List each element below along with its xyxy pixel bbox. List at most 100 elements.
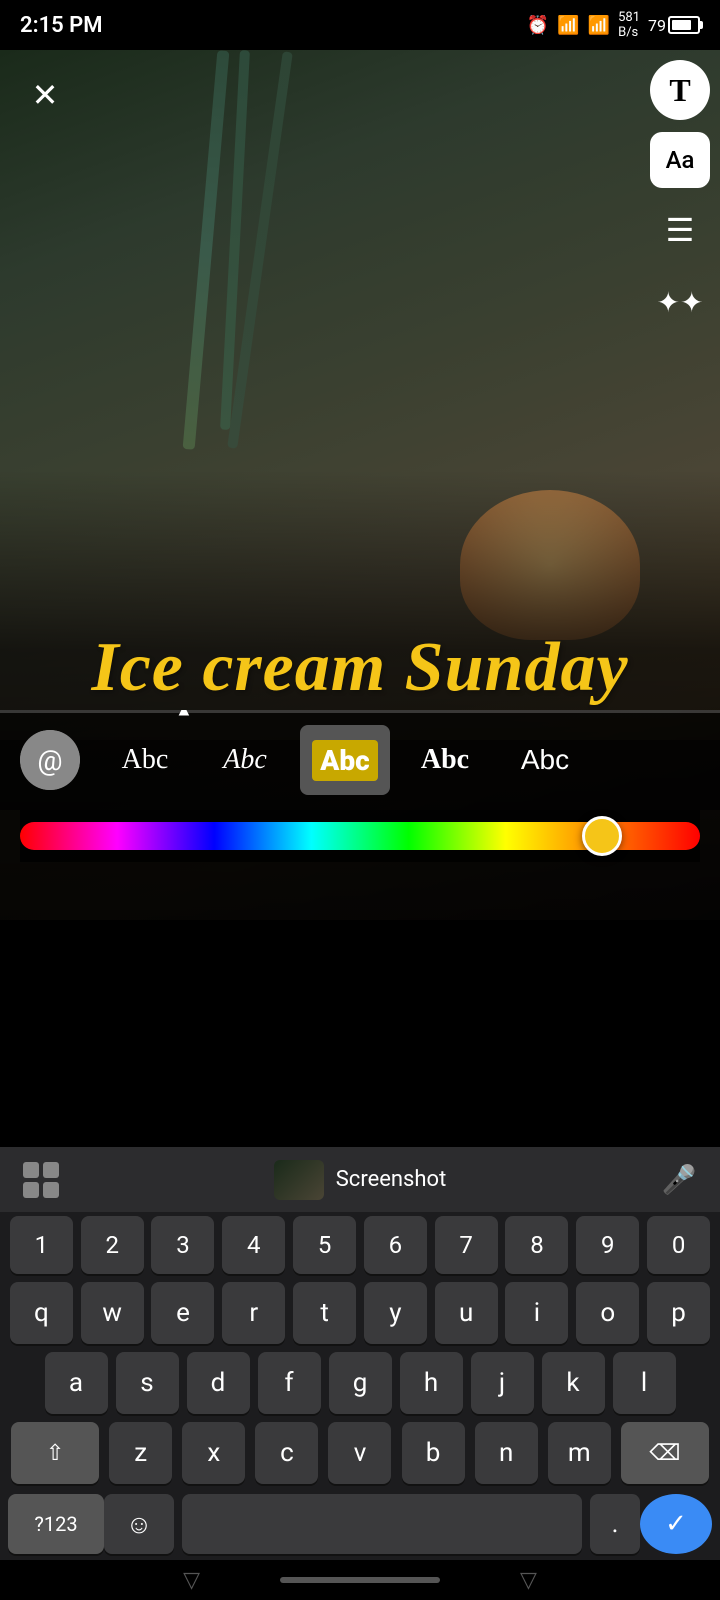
num123-label: ?123 [34,1512,77,1536]
backspace-key[interactable]: ⌫ [621,1422,709,1484]
enter-key[interactable]: ✓ [640,1494,712,1554]
key-r[interactable]: r [222,1282,285,1344]
font-sans-label: Abc [421,744,469,776]
photo-area: ✕ T Aa ☰ ✦✦ Ice cream Sunday ▲ @ Abc [0,50,720,920]
mic-button[interactable]: 🎤 [654,1155,704,1205]
space-key[interactable] [182,1494,582,1554]
key-d[interactable]: d [187,1352,250,1414]
key-t[interactable]: t [293,1282,356,1344]
font-button[interactable]: Aa [650,132,710,188]
key-q[interactable]: q [10,1282,73,1344]
battery-indicator: 79 [648,16,700,35]
sparkle-button[interactable]: ✦✦ [650,272,710,332]
key-0[interactable]: 0 [647,1216,710,1274]
suggestion-thumbnail [274,1160,324,1200]
key-a[interactable]: a [45,1352,108,1414]
key-5[interactable]: 5 [293,1216,356,1274]
backspace-icon: ⌫ [649,1441,680,1466]
text-tool-button[interactable]: T [650,60,710,120]
key-3[interactable]: 3 [151,1216,214,1274]
font-style-script[interactable]: Abc [200,725,290,795]
status-icons: ⏰ 📶 📶 581B/s 79 [527,10,700,40]
keyboard-grid-button[interactable] [16,1155,66,1205]
key-n[interactable]: n [475,1422,538,1484]
grid-cell-2 [43,1162,59,1178]
grid-cell-3 [23,1182,39,1198]
data-speed: 581B/s [618,10,640,40]
font-style-serif[interactable]: Abc [100,725,190,795]
nav-triangle-right: ▽ [520,1568,537,1593]
color-slider[interactable] [20,810,700,862]
grid-cell-1 [23,1162,39,1178]
key-b[interactable]: b [402,1422,465,1484]
status-time: 2:15 PM [20,13,103,38]
key-z[interactable]: z [109,1422,172,1484]
status-bar: 2:15 PM ⏰ 📶 📶 581B/s 79 [0,0,720,50]
font-style-emoji[interactable]: @ [10,725,90,795]
shift-key[interactable]: ⇧ [11,1422,99,1484]
at-icon: @ [20,730,80,790]
key-f[interactable]: f [258,1352,321,1414]
letter-row-3: ⇧ z x c v b n m ⌫ [0,1418,720,1488]
align-button[interactable]: ☰ [650,200,710,260]
key-6[interactable]: 6 [364,1216,427,1274]
font-script-label: Abc [223,744,267,776]
number-row: 1 2 3 4 5 6 7 8 9 0 [0,1212,720,1278]
key-c[interactable]: c [255,1422,318,1484]
key-h[interactable]: h [400,1352,463,1414]
key-g[interactable]: g [329,1352,392,1414]
emoji-key[interactable]: ☺ [104,1494,174,1554]
key-j[interactable]: j [471,1352,534,1414]
key-k[interactable]: k [542,1352,605,1414]
key-8[interactable]: 8 [505,1216,568,1274]
key-w[interactable]: w [81,1282,144,1344]
font-light-label: Abc [521,744,569,776]
key-p[interactable]: p [647,1282,710,1344]
font-bold-label: Abc [312,740,377,781]
text-overlay[interactable]: Ice cream Sunday [0,626,720,710]
key-o[interactable]: o [576,1282,639,1344]
font-icon: Aa [666,146,695,174]
shift-icon: ⇧ [46,1441,64,1466]
close-icon: ✕ [32,79,59,111]
enter-icon: ✓ [665,1509,687,1539]
key-l[interactable]: l [613,1352,676,1414]
key-9[interactable]: 9 [576,1216,639,1274]
battery-percent: 79 [648,16,666,35]
color-track[interactable] [20,822,700,850]
home-bar [280,1577,440,1583]
key-i[interactable]: i [505,1282,568,1344]
key-7[interactable]: 7 [435,1216,498,1274]
font-style-light[interactable]: Abc [500,725,590,795]
key-y[interactable]: y [364,1282,427,1344]
mic-icon: 🎤 [662,1163,697,1196]
key-s[interactable]: s [116,1352,179,1414]
num123-key[interactable]: ?123 [8,1494,104,1554]
right-toolbar: T Aa ☰ ✦✦ [650,60,710,332]
letter-row-2: a s d f g h j k l [0,1348,720,1418]
color-thumb[interactable] [582,816,622,856]
suggestion-text: Screenshot [336,1167,447,1192]
suggestion-area[interactable]: Screenshot [274,1160,447,1200]
emoji-icon: ☺ [126,1509,153,1540]
key-1[interactable]: 1 [10,1216,73,1274]
key-2[interactable]: 2 [81,1216,144,1274]
key-x[interactable]: x [182,1422,245,1484]
key-e[interactable]: e [151,1282,214,1344]
period-key[interactable]: . [590,1494,640,1554]
grid-cell-4 [43,1182,59,1198]
grid-icon [23,1162,59,1198]
keyboard-toolbar: Screenshot 🎤 [0,1147,720,1212]
signal-icon: 📶 [588,15,610,36]
key-4[interactable]: 4 [222,1216,285,1274]
font-expand-icon: ▲ [175,710,193,721]
nav-triangle[interactable]: ▽ [183,1568,200,1593]
key-m[interactable]: m [548,1422,611,1484]
font-style-sans[interactable]: Abc [400,725,490,795]
key-v[interactable]: v [328,1422,391,1484]
home-indicator: ▽ ▽ [0,1560,720,1600]
close-button[interactable]: ✕ [20,70,70,120]
key-u[interactable]: u [435,1282,498,1344]
align-icon: ☰ [666,211,695,249]
font-style-bold-bg[interactable]: Abc [300,725,390,795]
